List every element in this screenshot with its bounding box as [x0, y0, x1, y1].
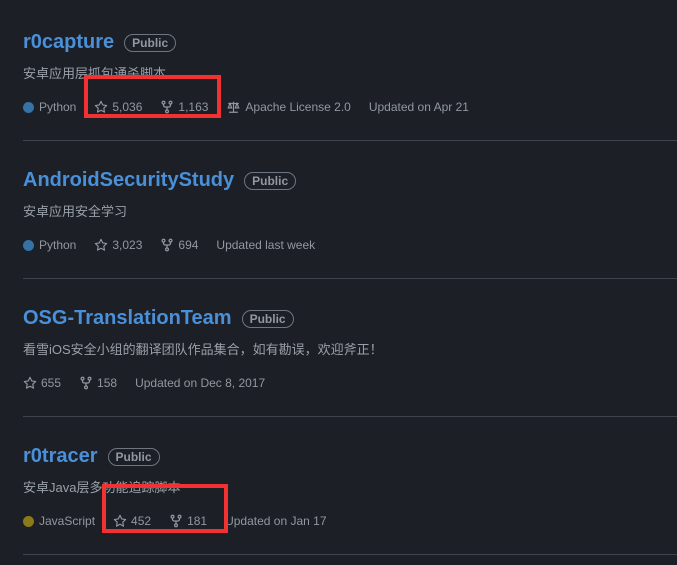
visibility-badge: Public	[241, 309, 294, 328]
license: Apache License 2.0	[226, 100, 351, 114]
stars-link[interactable]: 655	[23, 376, 61, 390]
highlight-box	[102, 484, 228, 533]
divider	[23, 416, 677, 417]
language: Python	[23, 100, 76, 114]
repo-name-link[interactable]: r0capture	[23, 31, 114, 54]
forks-count: 694	[178, 238, 199, 252]
repo-name-link[interactable]: OSG-TranslationTeam	[23, 307, 232, 330]
language-label: JavaScript	[39, 514, 96, 528]
repo-name-link[interactable]: AndroidSecurityStudy	[23, 169, 234, 192]
stars-count: 3,023	[112, 238, 143, 252]
highlight-box	[84, 75, 221, 118]
repo-description: 安卓应用安全学习	[23, 204, 128, 219]
forks-link[interactable]: 694	[160, 238, 198, 252]
repo-item: AndroidSecurityStudy Public 安卓应用安全学习 Pyt…	[23, 151, 677, 289]
language-color-dot	[23, 101, 34, 113]
visibility-badge: Public	[124, 33, 177, 52]
divider	[23, 140, 677, 141]
divider	[23, 554, 677, 555]
repo-meta: Python 3,023 694 Updated last week	[23, 238, 333, 252]
forks-count: 158	[97, 376, 118, 390]
law-icon	[226, 100, 241, 114]
repo-item: OSG-TranslationTeam Public 看雪iOS安全小组的翻译团…	[23, 289, 677, 427]
visibility-badge: Public	[107, 447, 160, 466]
repo-name-link[interactable]: r0tracer	[23, 445, 98, 468]
language: JavaScript	[23, 514, 95, 528]
fork-icon	[160, 238, 174, 252]
star-icon	[23, 376, 37, 390]
repo-meta: 655 158 Updated on Dec 8, 2017	[23, 376, 283, 390]
language-color-dot	[23, 515, 34, 527]
stars-count: 655	[41, 376, 62, 390]
language-label: Python	[39, 100, 77, 114]
updated-time: Updated on Jan 17	[225, 514, 327, 528]
visibility-badge: Public	[244, 171, 297, 190]
language-label: Python	[39, 238, 77, 252]
divider	[23, 278, 677, 279]
updated-time: Updated last week	[216, 238, 316, 252]
language-color-dot	[23, 239, 34, 251]
stars-link[interactable]: 3,023	[94, 238, 142, 252]
forks-link[interactable]: 158	[79, 376, 117, 390]
updated-time: Updated on Apr 21	[368, 100, 469, 114]
repo-description: 看雪iOS安全小组的翻译团队作品集合，如有勘误，欢迎斧正！	[23, 342, 383, 357]
fork-icon	[79, 376, 93, 390]
license-label: Apache License 2.0	[245, 100, 351, 114]
language: Python	[23, 238, 76, 252]
star-icon	[94, 238, 108, 252]
updated-time: Updated on Dec 8, 2017	[135, 376, 266, 390]
